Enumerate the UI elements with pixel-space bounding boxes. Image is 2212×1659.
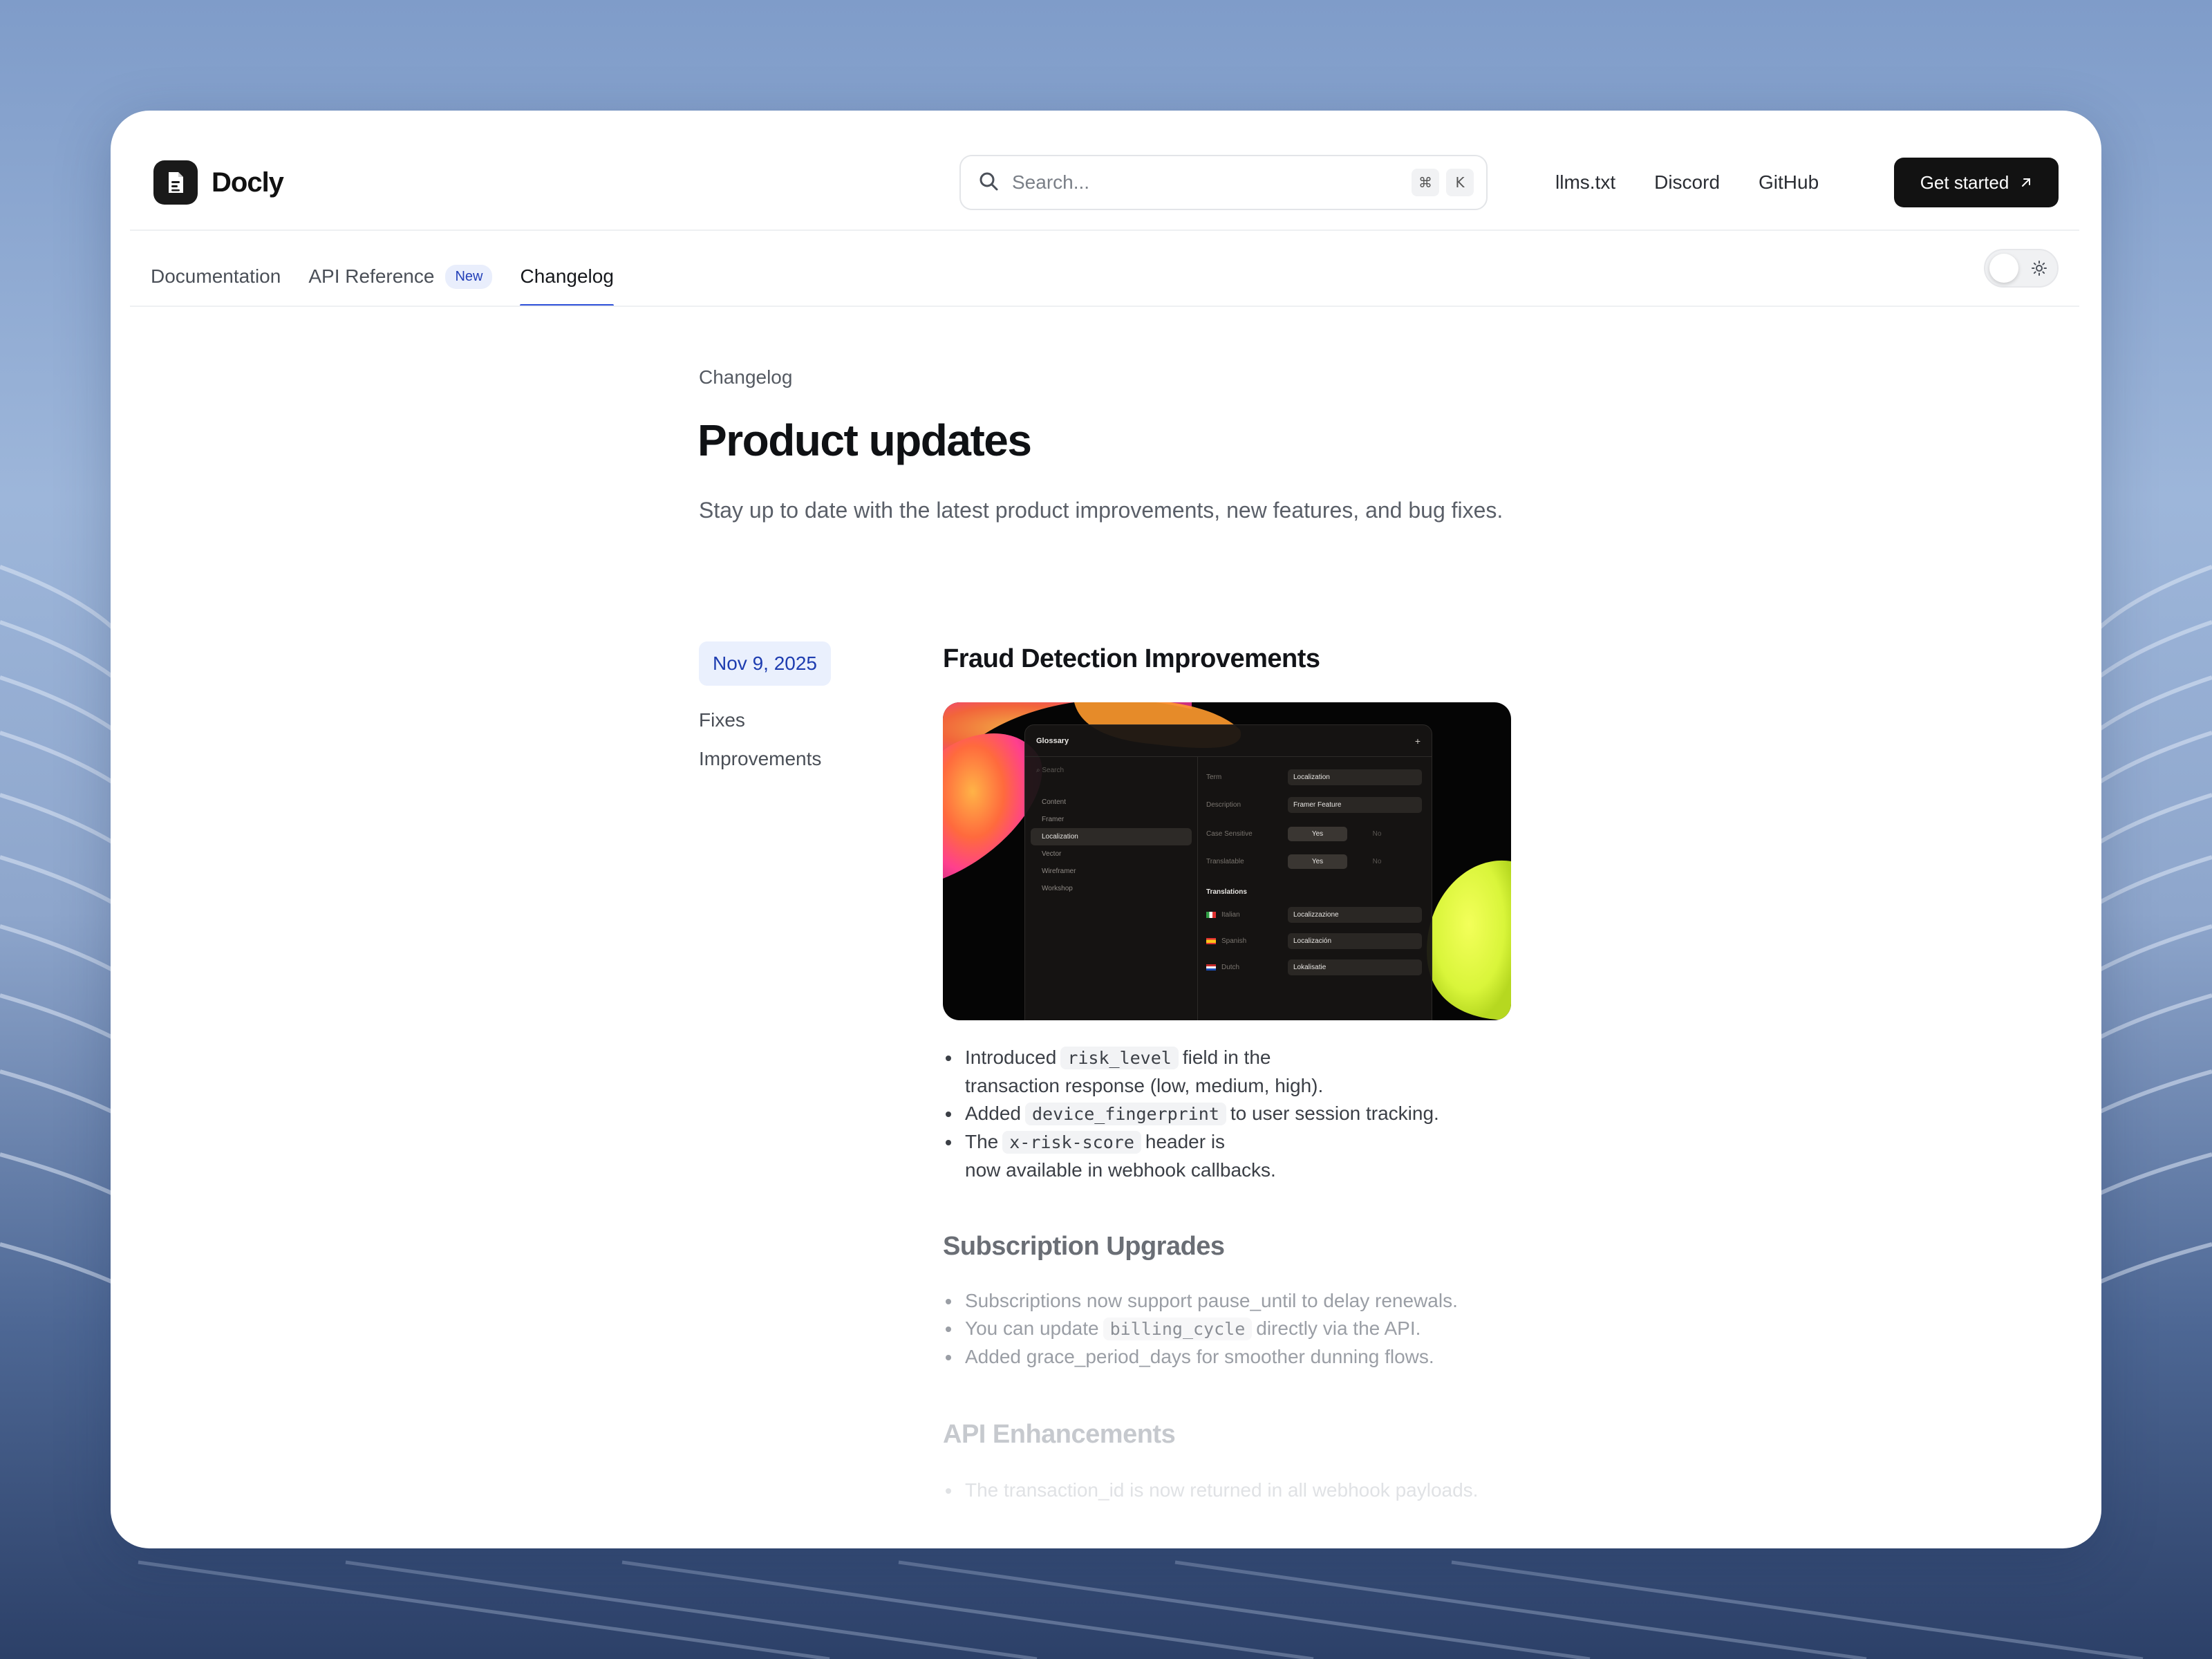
entry-bullets: The transaction_id is now returned in al… — [945, 1477, 1478, 1504]
translation-lang: Spanish — [1221, 937, 1247, 945]
plus-icon: + — [1414, 735, 1421, 747]
flag-italy-icon — [1206, 911, 1216, 918]
shortcut-mod-key: ⌘ — [1412, 169, 1439, 196]
shortcut-key: K — [1446, 169, 1474, 196]
entry-bullets: Introduced risk_level field in the transac… — [946, 1044, 1439, 1184]
list-item: You can update billing_cycle directly via … — [946, 1315, 1458, 1343]
header-nav: llms.txt Discord GitHub — [1555, 167, 1819, 198]
glossary-item: Vector — [1042, 850, 1062, 858]
translation-value: Localizzazione — [1288, 906, 1422, 923]
release-date-badge: Nov 9, 2025 — [699, 641, 831, 686]
toggle-off: No — [1372, 830, 1382, 838]
toggle-on: Yes — [1288, 854, 1347, 869]
glossary-search: ⌕ Search — [1036, 767, 1065, 774]
glossary-item-selected: Localization — [1031, 828, 1192, 845]
list-item: Subscriptions now support pause_until to… — [946, 1287, 1458, 1315]
list-item: Added grace_period_days for smoother dun… — [946, 1343, 1458, 1371]
search-bar[interactable]: ⌘ K — [959, 155, 1488, 210]
glossary-title: Glossary — [1036, 736, 1069, 745]
tab-label: Documentation — [151, 265, 281, 287]
new-badge: New — [445, 264, 493, 289]
breadcrumb: Changelog — [699, 366, 793, 388]
code-snippet: billing_cycle — [1103, 1318, 1253, 1340]
get-started-label: Get started — [1920, 171, 2009, 193]
code-snippet: risk_level — [1060, 1047, 1179, 1069]
tab-label: API Reference — [308, 265, 435, 287]
tab-api-reference[interactable]: API Reference New — [308, 246, 493, 307]
feature-screenshot: Glossary + ⌕ Search Content Framer Local… — [943, 702, 1511, 1020]
list-item: Added device_fingerprint to user session t… — [946, 1100, 1439, 1128]
tab-changelog[interactable]: Changelog — [520, 246, 615, 307]
translation-lang: Italian — [1221, 910, 1240, 919]
flag-netherlands-icon — [1206, 964, 1216, 971]
search-icon — [977, 170, 1000, 196]
list-item: Introduced risk_level field in the transac… — [946, 1044, 1439, 1100]
sun-icon — [2031, 260, 2047, 280]
release-tag-improvements[interactable]: Improvements — [699, 748, 821, 770]
entry-title: Fraud Detection Improvements — [943, 644, 1320, 673]
brand-logo[interactable]: Docly — [153, 160, 284, 205]
tab-documentation[interactable]: Documentation — [151, 246, 281, 307]
search-input[interactable] — [1012, 171, 1399, 194]
nav-link-github[interactable]: GitHub — [1759, 167, 1819, 198]
list-item: The transaction_id is now returned in al… — [945, 1477, 1478, 1504]
flag-spain-icon — [1206, 937, 1216, 944]
toggle-off: No — [1372, 857, 1382, 865]
release-tag-fixes[interactable]: Fixes — [699, 709, 745, 731]
translation-value: Lokalisatie — [1288, 959, 1422, 975]
entry-title: API Enhancements — [943, 1420, 1176, 1449]
tab-label: Changelog — [520, 265, 614, 287]
search-shortcut: ⌘ K — [1412, 169, 1474, 196]
field-label: Term — [1206, 773, 1222, 781]
brand-name: Docly — [212, 167, 284, 198]
theme-toggle[interactable] — [1984, 249, 2059, 288]
glossary-header: Glossary + — [1025, 725, 1432, 757]
tabs-divider — [130, 306, 2079, 307]
translations-header: Translations — [1206, 888, 1247, 896]
nav-link-llms[interactable]: llms.txt — [1555, 167, 1615, 198]
toggle-label: Case Sensitive — [1206, 830, 1253, 838]
code-snippet: x-risk-score — [1002, 1131, 1141, 1154]
translation-lang: Dutch — [1221, 963, 1240, 971]
page-subtitle: Stay up to date with the latest product … — [699, 498, 1503, 523]
toggle-label: Translatable — [1206, 857, 1244, 865]
nav-link-discord[interactable]: Discord — [1654, 167, 1720, 198]
translation-value: Localización — [1288, 932, 1422, 949]
glossary-item: Wireframer — [1042, 868, 1076, 875]
field-value: Framer Feature — [1288, 796, 1422, 813]
page-title: Product updates — [697, 415, 1032, 465]
glossary-item: Content — [1042, 798, 1067, 806]
header-divider — [130, 229, 2079, 231]
glossary-item: Framer — [1042, 816, 1065, 823]
entry-title: Subscription Upgrades — [943, 1232, 1225, 1261]
get-started-button[interactable]: Get started — [1894, 158, 2059, 207]
document-icon — [153, 160, 198, 205]
glossary-sidebar: ⌕ Search Content Framer Localization Vec… — [1025, 757, 1198, 1020]
glossary-panel: Glossary + ⌕ Search Content Framer Local… — [1024, 724, 1432, 1020]
arrow-up-right-icon — [2020, 172, 2032, 194]
app-window: Docly ⌘ K llms.txt Discord GitHub Get st… — [111, 111, 2101, 1548]
entry-bullets: Subscriptions now support pause_until to… — [946, 1287, 1458, 1371]
section-tabs: Documentation API Reference New Changelo… — [151, 246, 615, 307]
glossary-detail: Term Localization Description Framer Fea… — [1206, 767, 1422, 977]
toggle-knob — [1989, 254, 2018, 283]
list-item: The x-risk-score header is now available i… — [946, 1128, 1439, 1184]
code-snippet: device_fingerprint — [1024, 1103, 1226, 1125]
field-value: Localization — [1288, 769, 1422, 785]
glossary-item: Workshop — [1042, 885, 1073, 892]
toggle-on: Yes — [1288, 826, 1347, 841]
field-label: Description — [1206, 800, 1241, 809]
